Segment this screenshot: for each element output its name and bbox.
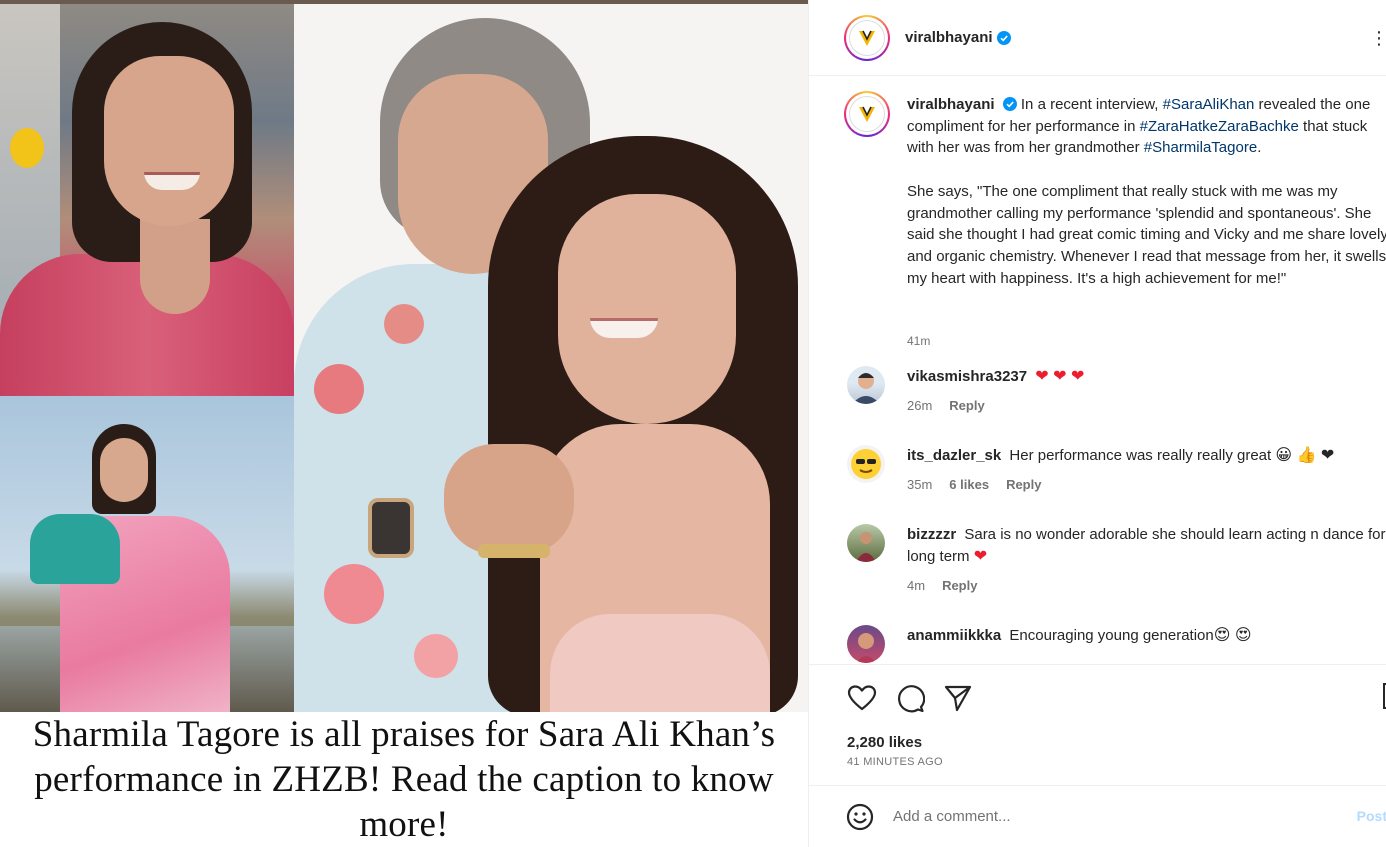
post-image[interactable]: Sharmila Tagore is all praises for Sara … [0,0,808,847]
caption-text: viralbhayani In a recent interview, #Sar… [907,94,1386,289]
comment-time: 35m [907,477,933,492]
caption-part: . [1257,139,1262,157]
comment-username[interactable]: vikasmishra3237 [907,368,1027,385]
share-send-icon[interactable] [943,683,973,713]
hashtag-link[interactable]: #SharmilaTagore [1144,139,1257,156]
comment-text: bizzzzr Sara is no wonder adorable she s… [907,524,1386,568]
emoji-group: 😍 😍 [1213,627,1252,644]
emoji-group: 😀 👍 ❤ [1275,447,1335,464]
caption-username[interactable]: viralbhayani [907,96,995,113]
comment-text: anammiikkka Encouraging young generation… [907,625,1386,647]
comment-meta: 4m Reply [907,578,977,593]
caption-timestamp: 41m [907,334,931,348]
comment-time: 26m [907,398,933,413]
photo-sara-smiling [0,4,294,396]
likes-count[interactable]: 2,280 likes [847,734,922,751]
post-actions: 2,280 likes 41 MINUTES AGO [809,664,1386,784]
heart-emoji: ❤ [973,548,988,565]
commenter-avatar[interactable] [847,445,885,483]
comment-input[interactable] [893,808,1343,825]
reply-button[interactable]: Reply [942,578,977,593]
reply-button[interactable]: Reply [1006,477,1041,492]
commenter-avatar[interactable] [847,524,885,562]
commenter-avatar[interactable] [847,625,885,663]
viral-bhayani-logo-icon [855,102,879,126]
comments-list[interactable]: viralbhayani In a recent interview, #Sar… [809,77,1386,663]
add-comment-bar: Post [809,785,1386,847]
more-options-icon[interactable]: ⋮ [1370,28,1386,49]
comment-likes[interactable]: 6 likes [949,477,989,492]
post-details-panel: viralbhayani ⋮ viralbhayani In a recent … [808,0,1386,847]
comment-username[interactable]: anammiikkka [907,627,1001,644]
author-username[interactable]: viralbhayani [905,29,993,46]
post-age: 41 MINUTES AGO [847,756,943,768]
comment-meta: 26m Reply [907,398,985,413]
like-heart-icon[interactable] [847,683,877,713]
comment-text: vikasmishra3237 ❤ ❤ ❤ [907,366,1386,388]
comment-username[interactable]: its_dazler_sk [907,447,1001,464]
hashtag-link[interactable]: #SaraAliKhan [1163,96,1255,113]
caption-quote: She says, "The one compliment that reall… [907,182,1386,287]
comment-meta: 35m 6 likes Reply [907,477,1041,492]
caption-author-avatar[interactable] [844,91,890,137]
emoji-picker-icon[interactable] [845,802,875,832]
reply-button[interactable]: Reply [949,398,984,413]
verified-badge-icon [996,30,1011,45]
comment-message: Encouraging young generation [1009,627,1214,644]
post-header: viralbhayani ⋮ [809,0,1386,76]
verified-badge-icon [1002,97,1017,111]
commenter-avatar[interactable] [847,366,885,404]
photo-sara-in-saree [0,396,294,712]
heart-emoji: ❤ ❤ ❤ [1035,368,1085,385]
image-caption-text: Sharmila Tagore is all praises for Sara … [32,714,776,845]
photo-sharmila-and-sara [294,4,808,712]
viral-bhayani-logo-icon [855,25,879,50]
post-comment-button[interactable]: Post [1357,808,1386,824]
comment-text: its_dazler_sk Her performance was really… [907,445,1386,467]
author-avatar[interactable] [844,14,890,61]
caption-part: In a recent interview, [1020,96,1159,113]
comment-time: 4m [907,578,926,593]
comment-username[interactable]: bizzzzr [907,526,956,543]
comment-message: Her performance was really really great [1009,447,1272,464]
comment-bubble-icon[interactable] [895,683,925,713]
hashtag-link[interactable]: #ZaraHatkeZaraBachke [1140,118,1299,135]
image-caption-banner: Sharmila Tagore is all praises for Sara … [0,712,808,847]
